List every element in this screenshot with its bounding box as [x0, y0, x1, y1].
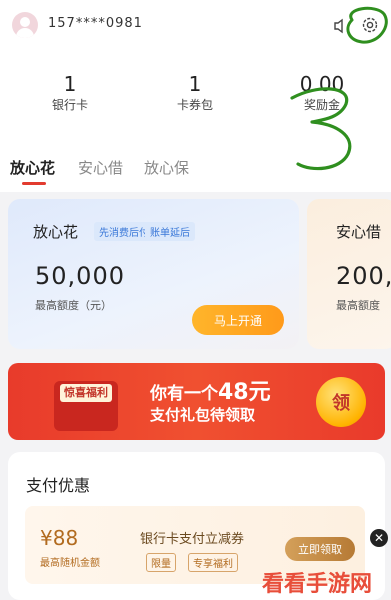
watermark: 看看手游网	[262, 572, 373, 597]
avatar-head	[20, 17, 30, 27]
claim-button[interactable]: 立即领取	[285, 537, 355, 561]
payment-title: 支付优惠	[26, 476, 91, 495]
open-now-button[interactable]: 马上开通	[192, 305, 284, 335]
card-title: 放心花	[33, 223, 79, 241]
card-title: 安心借	[336, 223, 382, 241]
reward-label[interactable]: 奖励金	[282, 96, 362, 113]
speaker-icon[interactable]	[330, 15, 352, 37]
gear-icon[interactable]	[359, 14, 381, 36]
reward-amount: 0.00	[299, 72, 345, 96]
credit-amount: 200,	[336, 262, 391, 290]
promo-tag: 惊喜福利	[60, 384, 112, 402]
promo-line2: 支付礼包待领取	[150, 406, 256, 424]
coupon-count: 1	[188, 72, 202, 96]
bank-card-count: 1	[63, 72, 77, 96]
coupon-tag: 限量	[146, 553, 176, 572]
coupon-headline: 银行卡支付立减券	[140, 532, 245, 547]
credit-amount-label: 最高额度	[336, 299, 380, 312]
tab-bar	[0, 140, 391, 192]
phone-number: 157****0981	[48, 16, 143, 31]
credit-amount-label: 最高额度（元）	[35, 299, 112, 312]
coupon-label[interactable]: 卡券包	[155, 96, 235, 113]
card-tag: 账单延后	[145, 222, 195, 241]
credit-amount: 50,000	[35, 262, 125, 290]
tab-fangxinbao[interactable]: 放心保	[144, 157, 189, 178]
coupon-tag: 专享福利	[188, 553, 238, 572]
avatar-body	[16, 28, 34, 38]
close-icon[interactable]: ✕	[370, 529, 388, 547]
bank-card-label[interactable]: 银行卡	[30, 96, 110, 113]
promo-amount: 48元	[218, 380, 271, 405]
tab-anxinjie[interactable]: 安心借	[78, 157, 123, 178]
coupon-amount-label: 最高随机金额	[40, 558, 100, 569]
active-tab-indicator	[22, 182, 46, 185]
promo-line1: 你有一个48元	[150, 374, 271, 406]
promo-prefix: 你有一个	[150, 384, 218, 404]
tab-fangxinhua[interactable]: 放心花	[10, 157, 55, 178]
avatar[interactable]	[12, 12, 38, 38]
collect-button[interactable]: 领	[316, 377, 366, 427]
coupon-amount: ¥88	[40, 526, 79, 550]
